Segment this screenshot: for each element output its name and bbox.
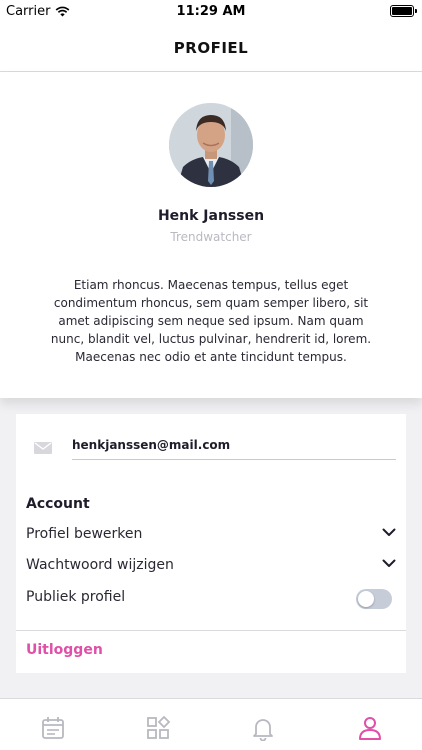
profile-bio: Etiam rhoncus. Maecenas tempus, tellus e… — [50, 278, 372, 364]
tab-profile[interactable] — [357, 715, 383, 741]
profile-role: Trendwatcher — [170, 230, 252, 244]
tab-bar — [0, 698, 422, 750]
user-icon — [359, 717, 381, 740]
toggle-knob — [358, 591, 374, 607]
edit-profile-row[interactable]: Profiel bewerken — [26, 522, 396, 550]
divider — [16, 630, 406, 631]
mail-icon — [34, 442, 52, 454]
public-profile-label: Publiek profiel — [26, 589, 126, 605]
page-title: PROFIEL — [173, 38, 249, 57]
change-password-label: Wachtwoord wijzigen — [26, 557, 174, 573]
chevron-down-icon — [382, 559, 396, 567]
apps-icon — [147, 715, 171, 739]
chevron-down-icon — [382, 528, 396, 536]
profile-card: Henk Janssen Trendwatcher Etiam rhoncus.… — [0, 72, 422, 398]
avatar — [169, 103, 253, 187]
nav-bar: PROFIEL — [0, 24, 422, 72]
tab-apps[interactable] — [145, 715, 171, 741]
status-time: 11:29 AM — [176, 4, 246, 19]
email-underline — [72, 459, 396, 460]
change-password-row[interactable]: Wachtwoord wijzigen — [26, 553, 396, 581]
bell-icon — [253, 719, 273, 742]
logout-button[interactable]: Uitloggen — [26, 642, 103, 658]
settings-card: henkjanssen@mail.com Account Profiel bew… — [16, 414, 406, 673]
account-section-title: Account — [26, 496, 90, 512]
calendar-icon — [42, 717, 64, 739]
tab-notifications[interactable] — [250, 715, 276, 742]
battery-icon — [390, 5, 417, 17]
email-value: henkjanssen@mail.com — [72, 438, 231, 452]
email-field[interactable]: henkjanssen@mail.com — [16, 434, 406, 462]
public-profile-toggle[interactable] — [356, 589, 392, 609]
profile-name: Henk Janssen — [157, 208, 265, 224]
status-bar: Carrier 11:29 AM — [0, 0, 422, 24]
tab-agenda[interactable] — [40, 715, 66, 741]
avatar-photo-icon — [169, 103, 253, 187]
public-profile-row: Publiek profiel — [26, 585, 396, 613]
edit-profile-label: Profiel bewerken — [26, 526, 143, 542]
